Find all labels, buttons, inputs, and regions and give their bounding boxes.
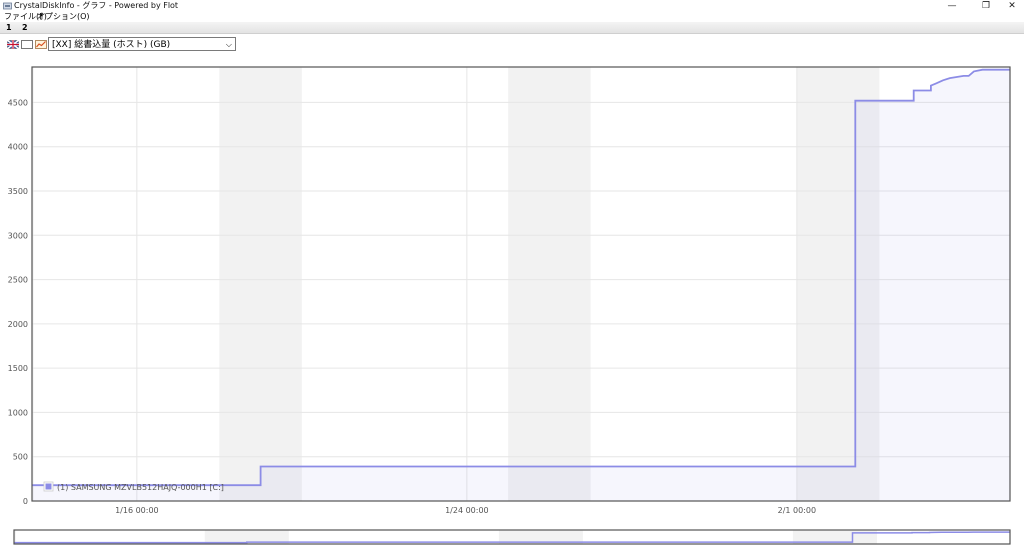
overview-chart[interactable]	[0, 0, 1024, 555]
